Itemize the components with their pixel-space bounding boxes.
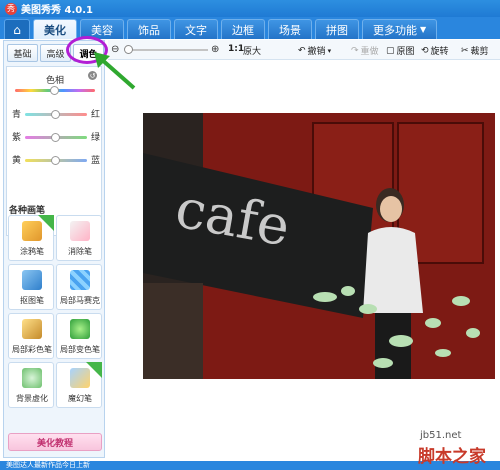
blue-label: 蓝 xyxy=(91,156,101,166)
title-bar: 秀 美图秀秀 4.0.1 xyxy=(0,0,500,17)
blur-background-icon xyxy=(22,368,42,388)
undo-icon: ↶ xyxy=(298,45,306,56)
toolbar: ⊖ ⊕ 1:1 原大 ↶ 撤销 ▾ ↷ 重做 ▢ 原图 ⟲ 旋转 ✂ 裁剪 xyxy=(108,40,500,60)
app-logo: 秀 xyxy=(5,2,17,15)
actual-size-ratio[interactable]: 1:1 xyxy=(228,44,244,54)
tab-frames[interactable]: 边框 xyxy=(221,19,265,39)
canvas-area: cafe xyxy=(108,61,500,461)
eraser-icon xyxy=(70,221,90,241)
red-label: 红 xyxy=(91,110,101,120)
original-image-button[interactable]: ▢ 原图 xyxy=(386,44,415,58)
undo-button[interactable]: ↶ 撤销 ▾ xyxy=(298,44,332,58)
eraser-brush-button[interactable]: 消除笔 xyxy=(56,215,102,261)
hue-slider[interactable] xyxy=(15,86,95,95)
original-size-button[interactable]: 原大 xyxy=(243,44,261,57)
magenta-green-knob[interactable] xyxy=(51,133,60,142)
rotate-icon: ⟲ xyxy=(421,45,429,56)
pointer-arrow-icon xyxy=(94,52,136,90)
recolor-brush-button[interactable]: 局部变色笔 xyxy=(56,313,102,359)
sidebar: 基础 高级 调色 色相 ↺ 青 红 紫 绿 黄 蓝 各种画笔 涂鸦笔 消除笔 抠… xyxy=(3,40,105,458)
new-badge xyxy=(86,362,102,378)
tab-accessories[interactable]: 饰品 xyxy=(127,19,171,39)
magenta-green-slider[interactable] xyxy=(25,133,87,142)
cyan-label: 青 xyxy=(12,110,22,120)
magenta-label: 紫 xyxy=(12,133,22,143)
tab-scenes[interactable]: 场景 xyxy=(268,19,312,39)
image-icon: ▢ xyxy=(386,45,395,56)
yellow-label: 黄 xyxy=(12,156,22,166)
crop-button[interactable]: ✂ 裁剪 xyxy=(461,44,489,58)
watermark-name: 脚本之家 xyxy=(418,447,486,467)
photo-illustration: cafe xyxy=(143,113,495,379)
rotate-button[interactable]: ⟲ 旋转 xyxy=(421,44,449,58)
green-label: 绿 xyxy=(91,133,101,143)
home-icon: ⌂ xyxy=(13,22,21,37)
chevron-down-icon: ▼ xyxy=(420,25,427,34)
yellow-blue-knob[interactable] xyxy=(51,156,60,165)
mosaic-icon xyxy=(70,270,90,290)
chevron-down-icon: ▾ xyxy=(327,46,332,55)
tab-collage[interactable]: 拼图 xyxy=(315,19,359,39)
app-title: 美图秀秀 4.0.1 xyxy=(21,5,93,16)
cutout-pen-icon xyxy=(22,270,42,290)
edited-photo[interactable]: cafe xyxy=(143,113,495,379)
cutout-pen-button[interactable]: 抠图笔 xyxy=(8,264,54,310)
hue-slider-knob[interactable] xyxy=(50,86,59,95)
home-tab[interactable]: ⌂ xyxy=(4,19,30,39)
color-brush-button[interactable]: 局部彩色笔 xyxy=(8,313,54,359)
color-brush-icon xyxy=(22,319,42,339)
cyan-red-slider[interactable] xyxy=(25,110,87,119)
yellow-blue-slider[interactable] xyxy=(25,156,87,165)
redo-icon: ↷ xyxy=(351,45,359,56)
tab-more-features[interactable]: 更多功能 ▼ xyxy=(362,19,438,39)
tutorial-button[interactable]: 美化教程 xyxy=(8,433,102,451)
subtab-basic[interactable]: 基础 xyxy=(7,44,38,62)
tab-beautify[interactable]: 美化 xyxy=(33,19,77,39)
main-tab-bar: ⌂ 美化 美容 饰品 文字 边框 场景 拼图 更多功能 ▼ xyxy=(0,17,500,39)
redo-button[interactable]: ↷ 重做 xyxy=(351,44,379,58)
doodle-brush-button[interactable]: 涂鸦笔 xyxy=(8,215,54,261)
new-badge xyxy=(38,215,54,231)
blur-background-button[interactable]: 背景虚化 xyxy=(8,362,54,408)
magic-brush-button[interactable]: 魔幻笔 xyxy=(56,362,102,408)
zoom-in-icon[interactable]: ⊕ xyxy=(211,44,219,55)
crop-icon: ✂ xyxy=(461,45,469,56)
cyan-red-knob[interactable] xyxy=(51,110,60,119)
recolor-brush-icon xyxy=(70,319,90,339)
mosaic-brush-button[interactable]: 局部马赛克 xyxy=(56,264,102,310)
tab-text[interactable]: 文字 xyxy=(174,19,218,39)
watermark-url: jb51.net xyxy=(420,430,462,441)
